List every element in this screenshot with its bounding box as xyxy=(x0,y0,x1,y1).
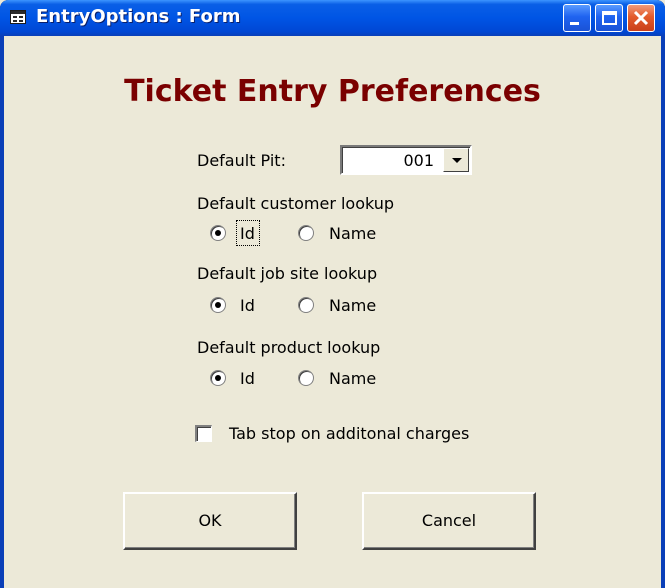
jobsite-lookup-id-label[interactable]: Id xyxy=(240,296,255,315)
maximize-icon xyxy=(602,11,617,25)
tab-stop-checkbox[interactable] xyxy=(195,425,212,442)
product-lookup-id-label[interactable]: Id xyxy=(240,369,255,388)
tab-stop-label[interactable]: Tab stop on additonal charges xyxy=(229,424,469,443)
customer-lookup-label: Default customer lookup xyxy=(197,194,395,213)
form-heading: Ticket Entry Preferences xyxy=(124,74,541,109)
jobsite-lookup-name-radio[interactable] xyxy=(298,297,314,313)
radio-selected-dot xyxy=(215,375,221,381)
form-body: Ticket Entry Preferences Default Pit: 00… xyxy=(4,36,661,588)
minimize-button[interactable] xyxy=(563,4,591,32)
jobsite-lookup-label: Default job site lookup xyxy=(197,264,378,283)
customer-lookup-id-label[interactable]: Id xyxy=(240,224,255,243)
default-pit-dropdown-button[interactable] xyxy=(443,148,469,172)
default-pit-label: Default Pit: xyxy=(197,151,286,170)
ok-button[interactable]: OK xyxy=(123,492,297,550)
window-title: EntryOptions : Form xyxy=(36,6,241,27)
title-bar[interactable]: EntryOptions : Form xyxy=(0,0,665,36)
minimize-icon xyxy=(570,22,579,25)
form-window: EntryOptions : Form Ticket Entry Prefere… xyxy=(0,0,665,588)
product-lookup-name-label[interactable]: Name xyxy=(329,369,376,388)
default-pit-value: 001 xyxy=(403,151,434,170)
product-lookup-id-radio[interactable] xyxy=(210,370,226,386)
close-button[interactable] xyxy=(627,4,655,32)
cancel-button[interactable]: Cancel xyxy=(362,492,536,550)
close-icon xyxy=(633,10,649,26)
product-lookup-name-radio[interactable] xyxy=(298,370,314,386)
customer-lookup-name-radio[interactable] xyxy=(298,225,314,241)
maximize-button[interactable] xyxy=(595,4,623,32)
jobsite-lookup-id-radio[interactable] xyxy=(210,297,226,313)
radio-selected-dot xyxy=(215,230,221,236)
radio-selected-dot xyxy=(215,302,221,308)
product-lookup-label: Default product lookup xyxy=(197,338,381,357)
jobsite-lookup-name-label[interactable]: Name xyxy=(329,296,376,315)
customer-lookup-id-radio[interactable] xyxy=(210,225,226,241)
dropdown-arrow-icon xyxy=(452,158,462,163)
customer-lookup-name-label[interactable]: Name xyxy=(329,224,376,243)
default-pit-combo[interactable]: 001 xyxy=(340,145,472,175)
form-icon[interactable] xyxy=(10,10,26,24)
window-border-right xyxy=(661,36,665,588)
